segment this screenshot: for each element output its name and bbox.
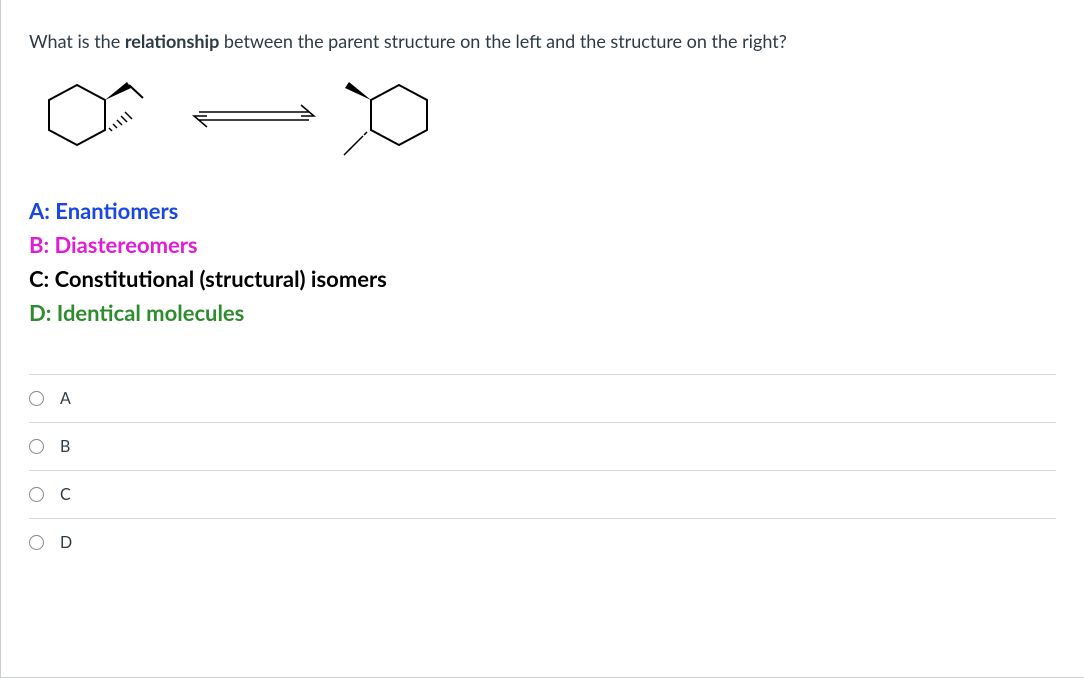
radio-icon[interactable]: [29, 439, 44, 454]
answer-key: A: Enantiomers B: Diastereomers C: Const…: [29, 194, 1056, 330]
question-prefix: What is the: [29, 30, 125, 52]
answer-key-a: A: Enantiomers: [29, 194, 1056, 228]
molecule-diagram: [29, 70, 1056, 170]
option-label: B: [60, 437, 70, 456]
option-row[interactable]: B: [29, 422, 1056, 470]
option-label: A: [60, 389, 71, 408]
question-bold: relationship: [125, 30, 219, 52]
option-row[interactable]: C: [29, 470, 1056, 518]
answer-key-c: C: Constitutional (structural) isomers: [29, 262, 1056, 296]
options-list: A B C D: [29, 374, 1056, 566]
question-suffix: between the parent structure on the left…: [219, 30, 786, 52]
option-label: C: [60, 485, 71, 504]
option-row[interactable]: A: [29, 374, 1056, 422]
question-prompt: What is the relationship between the par…: [29, 30, 1056, 52]
answer-key-b: B: Diastereomers: [29, 228, 1056, 262]
radio-icon[interactable]: [29, 391, 44, 406]
option-row[interactable]: D: [29, 518, 1056, 566]
radio-icon[interactable]: [29, 487, 44, 502]
radio-icon[interactable]: [29, 535, 44, 550]
option-label: D: [60, 533, 72, 552]
question-container: What is the relationship between the par…: [0, 0, 1084, 678]
answer-key-d: D: Identical molecules: [29, 296, 1056, 330]
